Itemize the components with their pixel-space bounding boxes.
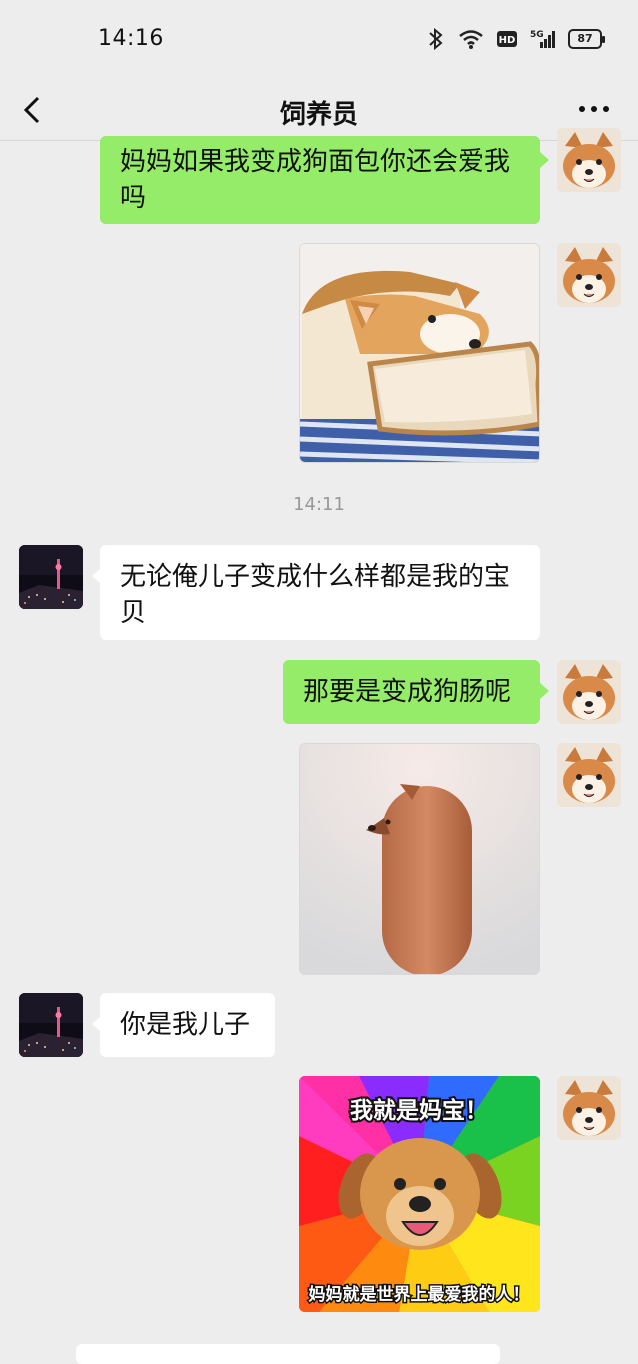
more-button[interactable] (574, 94, 614, 124)
shiba-avatar-image (557, 660, 621, 724)
message-text: 那要是变成狗肠呢 (303, 677, 512, 707)
avatar-self[interactable] (557, 660, 621, 724)
bubble-tail (540, 683, 549, 699)
message-bubble-sent[interactable]: 妈妈如果我变成狗面包你还会爱我吗 (100, 136, 540, 224)
shiba-avatar-image (557, 128, 621, 192)
status-time: 14:16 (98, 26, 164, 51)
signal-icon: 5G (530, 30, 555, 48)
status-bar: 14:16 HD 5G 87 (0, 0, 638, 80)
avatar-self[interactable] (557, 743, 621, 807)
message-text: 无论俺儿子变成什么样都是我的宝贝 (120, 562, 511, 628)
chat-title: 饲养员 (279, 100, 358, 130)
avatar-contact[interactable] (19, 545, 83, 609)
avatar-self[interactable] (557, 128, 621, 192)
bubble-tail (540, 152, 549, 168)
bread-dog-image (300, 244, 539, 462)
bluetooth-icon (429, 27, 443, 51)
hd-icon: HD (497, 31, 517, 47)
wifi-icon (459, 30, 483, 49)
image-message-bread-dog[interactable] (299, 243, 540, 463)
message-input-field[interactable] (76, 1344, 500, 1364)
chat-header: 饲养员 (0, 80, 638, 141)
message-bubble-sent[interactable]: 那要是变成狗肠呢 (283, 660, 540, 724)
message-bubble-received[interactable]: 无论俺儿子变成什么样都是我的宝贝 (100, 545, 540, 640)
battery-indicator: 87 (568, 29, 605, 49)
message-text: 你是我儿子 (120, 1010, 251, 1040)
shiba-avatar-image (557, 243, 621, 307)
city-night-avatar-image (19, 545, 83, 609)
avatar-self[interactable] (557, 1076, 621, 1140)
avatar-self[interactable] (557, 243, 621, 307)
svg-text:HD: HD (499, 35, 516, 46)
status-icons: HD 5G 87 (426, 27, 605, 51)
shiba-avatar-image (557, 743, 621, 807)
sausage-dog-image (300, 744, 539, 974)
image-message-sausage-dog[interactable] (299, 743, 540, 975)
shiba-avatar-image (557, 1076, 621, 1140)
sticker-bottom-text: 妈妈就是世界上最爱我的人！ (309, 1284, 530, 1305)
message-timestamp: 14:11 (293, 494, 345, 515)
more-dots-icon (579, 106, 609, 112)
svg-text:5G: 5G (530, 30, 544, 40)
message-text: 妈妈如果我变成狗面包你还会爱我吗 (120, 147, 511, 213)
message-bubble-received[interactable]: 你是我儿子 (100, 993, 275, 1057)
city-night-avatar-image (19, 993, 83, 1057)
sticker-top-text: 我就是妈宝！ (350, 1097, 488, 1124)
avatar-contact[interactable] (19, 993, 83, 1057)
sticker-message-mama-boy[interactable]: 我就是妈宝！ 妈妈就是世界上最爱我的人！ (299, 1076, 540, 1312)
mama-boy-sticker-image: 我就是妈宝！ 妈妈就是世界上最爱我的人！ (299, 1076, 540, 1312)
